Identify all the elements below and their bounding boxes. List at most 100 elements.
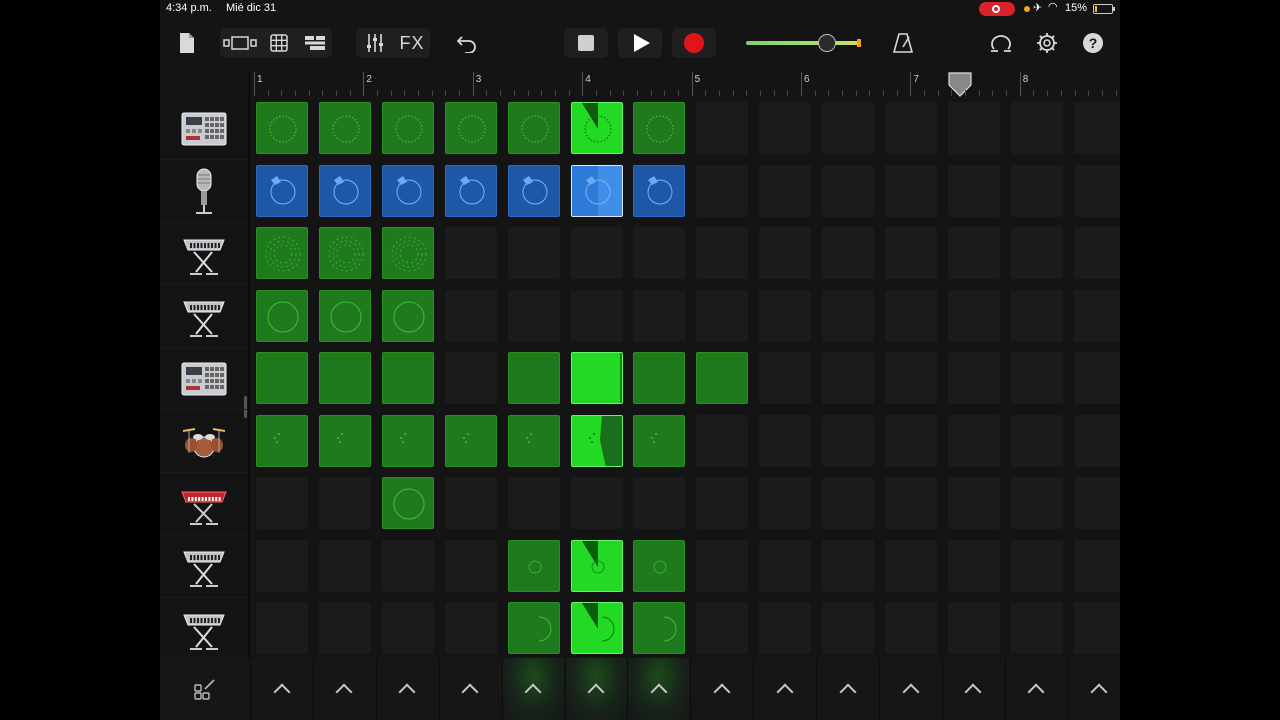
volume-slider-thumb[interactable] xyxy=(818,34,836,52)
empty-cell[interactable] xyxy=(759,227,812,279)
empty-cell[interactable] xyxy=(1073,164,1120,217)
loop-cell[interactable] xyxy=(381,289,434,342)
empty-cell[interactable] xyxy=(1073,602,1120,654)
empty-cell[interactable] xyxy=(759,102,812,154)
track-header-drum-machine[interactable] xyxy=(160,98,248,160)
empty-cell[interactable] xyxy=(759,539,812,592)
empty-cell[interactable] xyxy=(256,477,308,529)
edit-cells-button[interactable] xyxy=(160,658,250,720)
column-trigger-button[interactable] xyxy=(438,658,501,720)
loop-cell[interactable] xyxy=(256,289,308,342)
empty-cell[interactable] xyxy=(1073,289,1120,342)
empty-cell[interactable] xyxy=(1010,539,1063,592)
empty-cell[interactable] xyxy=(822,164,875,217)
empty-cell[interactable] xyxy=(759,289,812,342)
empty-cell[interactable] xyxy=(885,227,937,279)
empty-cell[interactable] xyxy=(507,477,560,529)
loop-cell[interactable] xyxy=(256,414,308,467)
empty-cell[interactable] xyxy=(822,602,875,654)
recording-cell[interactable] xyxy=(444,164,497,217)
track-header-microphone[interactable] xyxy=(160,161,248,223)
play-button[interactable] xyxy=(618,24,662,62)
empty-cell[interactable] xyxy=(444,602,497,654)
loop-cell[interactable] xyxy=(318,352,371,404)
stop-button[interactable] xyxy=(564,24,608,62)
empty-cell[interactable] xyxy=(696,227,749,279)
empty-cell[interactable] xyxy=(947,602,1000,654)
empty-cell[interactable] xyxy=(885,352,937,404)
loop-cell[interactable] xyxy=(318,102,371,154)
empty-cell[interactable] xyxy=(696,164,749,217)
bar-ruler[interactable]: 1 2 3 4 5 6 7 8 xyxy=(250,72,1120,98)
track-header-keyboard[interactable] xyxy=(160,286,248,348)
recording-cell[interactable] xyxy=(256,164,308,217)
loop-cell[interactable] xyxy=(318,227,371,279)
recording-cell-playing[interactable] xyxy=(570,164,623,217)
empty-cell[interactable] xyxy=(885,602,937,654)
loop-cell-playing[interactable] xyxy=(570,539,623,592)
empty-cell[interactable] xyxy=(633,477,686,529)
column-trigger-button[interactable] xyxy=(690,658,752,720)
loop-cell[interactable] xyxy=(633,602,686,654)
empty-cell[interactable] xyxy=(633,289,686,342)
column-trigger-button[interactable] xyxy=(879,658,941,720)
empty-cell[interactable] xyxy=(1010,289,1063,342)
track-header-keyboard[interactable] xyxy=(160,536,248,598)
empty-cell[interactable] xyxy=(1010,477,1063,529)
empty-cell[interactable] xyxy=(1073,102,1120,154)
empty-cell[interactable] xyxy=(822,102,875,154)
settings-button[interactable] xyxy=(1032,24,1062,62)
empty-cell[interactable] xyxy=(885,289,937,342)
empty-cell[interactable] xyxy=(885,539,937,592)
fx-button[interactable]: FX xyxy=(396,24,428,62)
loop-cell[interactable] xyxy=(318,289,371,342)
metronome-button[interactable] xyxy=(888,24,918,62)
empty-cell[interactable] xyxy=(947,352,1000,404)
empty-cell[interactable] xyxy=(822,414,875,467)
browser-button[interactable] xyxy=(222,24,258,62)
empty-cell[interactable] xyxy=(444,477,497,529)
empty-cell[interactable] xyxy=(696,602,749,654)
empty-cell[interactable] xyxy=(1073,227,1120,279)
empty-cell[interactable] xyxy=(1073,352,1120,404)
empty-cell[interactable] xyxy=(696,102,749,154)
loop-cell[interactable] xyxy=(256,102,308,154)
column-trigger-button[interactable] xyxy=(312,658,375,720)
loop-browser-button[interactable] xyxy=(986,24,1016,62)
empty-cell[interactable] xyxy=(507,227,560,279)
empty-cell[interactable] xyxy=(1073,477,1120,529)
empty-cell[interactable] xyxy=(822,539,875,592)
empty-cell[interactable] xyxy=(444,289,497,342)
loop-cell[interactable] xyxy=(381,227,434,279)
mixer-button[interactable] xyxy=(360,24,390,62)
column-trigger-button[interactable] xyxy=(627,658,690,720)
track-header-drum-kit[interactable] xyxy=(160,411,248,473)
loop-cell[interactable] xyxy=(507,414,560,467)
loop-cell[interactable] xyxy=(633,539,686,592)
track-header-red-synth[interactable] xyxy=(160,473,248,535)
empty-cell[interactable] xyxy=(570,477,623,529)
empty-cell[interactable] xyxy=(947,539,1000,592)
empty-cell[interactable] xyxy=(947,414,1000,467)
empty-cell[interactable] xyxy=(444,539,497,592)
empty-cell[interactable] xyxy=(885,477,937,529)
empty-cell[interactable] xyxy=(947,164,1000,217)
track-header-keyboard[interactable] xyxy=(160,598,248,660)
recording-cell[interactable] xyxy=(633,164,686,217)
column-trigger-button[interactable] xyxy=(1004,658,1067,720)
column-trigger-button[interactable] xyxy=(501,658,564,720)
recording-cell[interactable] xyxy=(507,164,560,217)
column-trigger-button[interactable] xyxy=(941,658,1004,720)
empty-cell[interactable] xyxy=(759,414,812,467)
empty-cell[interactable] xyxy=(318,477,371,529)
track-header-keyboard[interactable] xyxy=(160,223,248,285)
empty-cell[interactable] xyxy=(1010,602,1063,654)
record-button[interactable] xyxy=(672,24,716,62)
empty-cell[interactable] xyxy=(318,602,371,654)
loop-cell[interactable] xyxy=(633,102,686,154)
empty-cell[interactable] xyxy=(1073,539,1120,592)
loop-cell[interactable] xyxy=(256,227,308,279)
recording-cell[interactable] xyxy=(381,164,434,217)
empty-cell[interactable] xyxy=(885,102,937,154)
my-songs-button[interactable] xyxy=(174,24,200,62)
